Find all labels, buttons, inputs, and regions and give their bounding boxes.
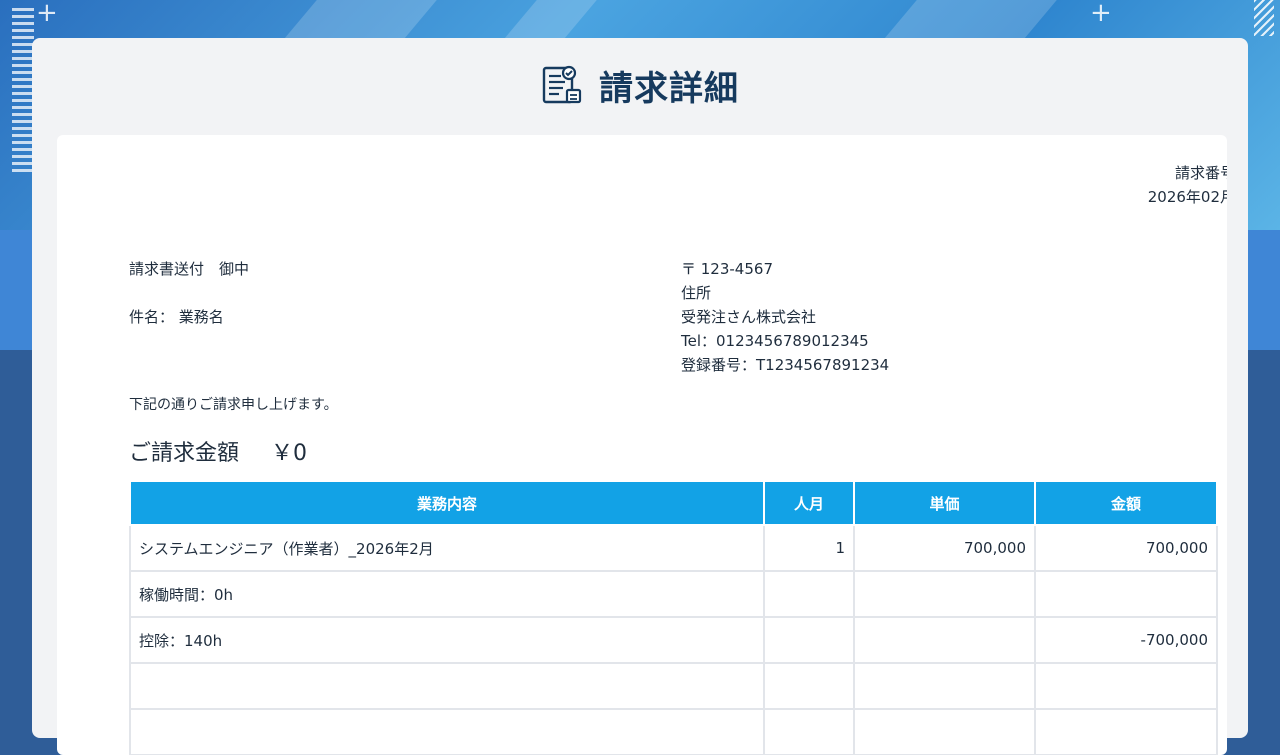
cell-description (129, 708, 765, 755)
cell-person-months (763, 616, 855, 664)
cell-unit-price (853, 616, 1036, 664)
invoice-total-value: ￥0 (271, 441, 307, 466)
page-title: 請求詳細 (599, 68, 739, 109)
invoice-document: 請求番号 2026年02月 請求書送付 御中 件名： 業務名 〒 123-456… (57, 135, 1227, 755)
cell-amount (1034, 570, 1218, 618)
cell-amount: 700,000 (1034, 524, 1218, 572)
cell-description: 稼働時間：0h (129, 570, 765, 618)
invoice-document-icon (542, 65, 582, 104)
title-row: 請求詳細 (32, 60, 1248, 110)
cell-unit-price (853, 708, 1036, 755)
column-header-amount: 金額 (1034, 480, 1218, 526)
invoice-number-label: 請求番号 (1174, 164, 1227, 182)
issuer-company: 受発注さん株式会社 (681, 308, 817, 326)
cell-person-months (763, 662, 855, 710)
table-row: 稼働時間：0h (129, 570, 1218, 618)
issuer-address: 住所 (681, 284, 712, 302)
table-row (129, 708, 1218, 755)
invoice-items-table: 業務内容 人月 単価 金額 システムエンジニア（作業者）_2026年2月 1 7… (129, 480, 1218, 755)
decor-plus-icon: + (36, 0, 58, 28)
cell-person-months: 1 (763, 524, 855, 572)
cell-amount (1034, 708, 1218, 755)
invoice-date: 2026年02月 (1147, 188, 1227, 206)
cell-person-months (763, 570, 855, 618)
invoice-subject: 件名： 業務名 (129, 308, 224, 326)
issuer-postal-code: 〒 123-4567 (681, 260, 773, 278)
issuer-tel: Tel：0123456789012345 (681, 332, 869, 350)
table-row: システムエンジニア（作業者）_2026年2月 1 700,000 700,000 (129, 524, 1218, 572)
cell-amount: -700,000 (1034, 616, 1218, 664)
issuer-registration-number: 登録番号：T1234567891234 (681, 356, 890, 374)
table-header-row: 業務内容 人月 単価 金額 (129, 480, 1218, 526)
table-row (129, 662, 1218, 710)
cell-unit-price: 700,000 (853, 524, 1036, 572)
cell-person-months (763, 708, 855, 755)
cell-description (129, 662, 765, 710)
column-header-person-months: 人月 (763, 480, 855, 526)
invoice-message: 下記の通りご請求申し上げます。 (129, 397, 338, 413)
column-header-unit-price: 単価 (853, 480, 1036, 526)
invoice-total-label: ご請求金額 (129, 441, 240, 466)
background-bars (12, 8, 34, 176)
column-header-description: 業務内容 (129, 480, 765, 526)
cell-unit-price (853, 662, 1036, 710)
invoice-detail-panel: 請求詳細 請求番号 2026年02月 請求書送付 御中 件名： 業務名 〒 12… (32, 38, 1248, 755)
recipient-name: 請求書送付 御中 (129, 260, 250, 278)
cell-unit-price (853, 570, 1036, 618)
cell-description: 控除：140h (129, 616, 765, 664)
decor-hatch (1254, 0, 1274, 36)
table-row: 控除：140h -700,000 (129, 616, 1218, 664)
decor-plus-icon: + (1090, 0, 1112, 28)
cell-description: システムエンジニア（作業者）_2026年2月 (129, 524, 765, 572)
cell-amount (1034, 662, 1218, 710)
